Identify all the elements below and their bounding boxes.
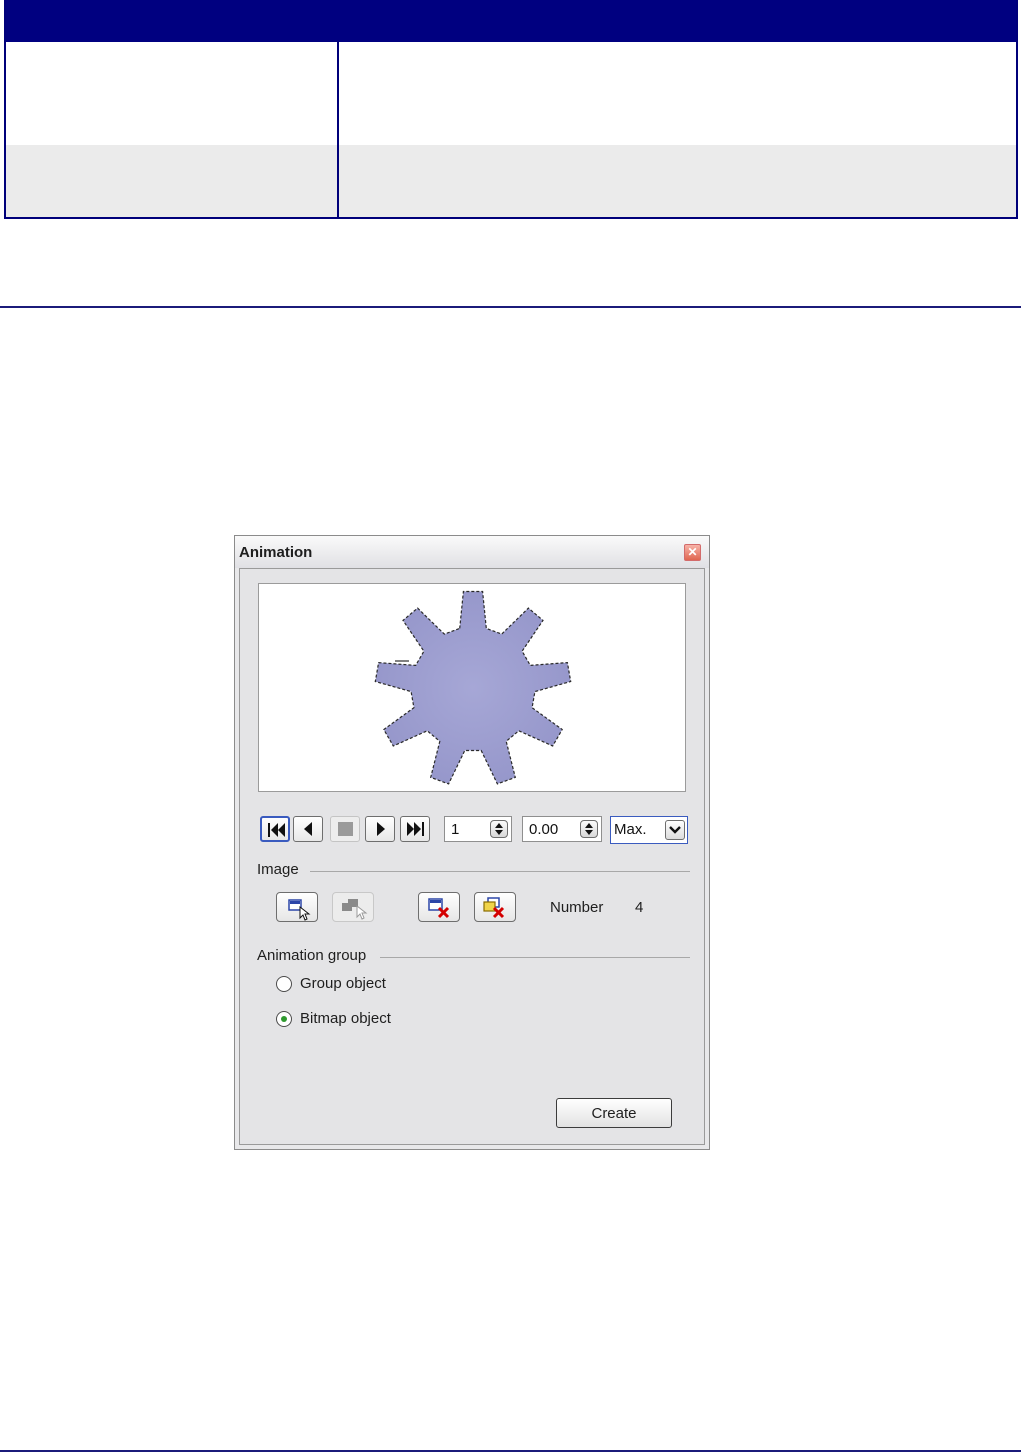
image-group-label: Image [257, 861, 305, 878]
chevron-down-icon [669, 826, 681, 834]
delete-all-images-button[interactable] [474, 892, 516, 922]
apply-objects-individually-button[interactable] [332, 892, 374, 922]
up-down-arrows-icon [495, 823, 503, 835]
apply-object-button[interactable] [276, 892, 318, 922]
apply-object-icon [288, 899, 311, 921]
table-row [6, 42, 1016, 145]
previous-frame-button[interactable] [293, 816, 323, 842]
previous-frame-icon [304, 822, 312, 836]
star-shape [374, 590, 572, 785]
play-button[interactable] [365, 816, 395, 842]
column-divider [337, 42, 339, 217]
dialog-titlebar[interactable]: Animation ✕ [235, 536, 709, 568]
stop-icon [338, 822, 353, 836]
duration-value: 0.00 [529, 821, 559, 838]
first-frame-icon [268, 823, 285, 837]
play-icon [377, 822, 385, 836]
table-row [6, 145, 1016, 217]
horizontal-rule [0, 306, 1021, 308]
number-value: 4 [635, 899, 644, 916]
close-icon: ✕ [687, 545, 698, 559]
star-shape-preview [374, 590, 572, 785]
spin-arrows[interactable] [580, 820, 598, 838]
frame-spinbox[interactable]: 1 [444, 816, 512, 842]
first-frame-button[interactable] [260, 816, 290, 842]
bitmap-object-radio[interactable] [276, 1011, 292, 1027]
animation-group-label: Animation group [257, 947, 373, 964]
loop-count-value: Max. [614, 821, 647, 838]
animation-dialog: Animation ✕ 1 0.00 Max. Image Number 4 A… [234, 535, 710, 1150]
group-object-radio[interactable] [276, 976, 292, 992]
close-button[interactable]: ✕ [684, 544, 701, 561]
stop-button[interactable] [330, 816, 360, 842]
bitmap-object-label: Bitmap object [300, 1010, 391, 1027]
apply-objects-individually-icon [342, 899, 368, 920]
create-button[interactable]: Create [556, 1098, 672, 1128]
group-object-label: Group object [300, 975, 386, 992]
dropdown-button[interactable] [665, 820, 685, 840]
number-label: Number [550, 899, 604, 916]
table-header-row [6, 0, 1016, 42]
duration-spinbox[interactable]: 0.00 [522, 816, 602, 842]
delete-current-image-button[interactable] [418, 892, 460, 922]
footer-rule [0, 1450, 1021, 1452]
loop-count-select[interactable]: Max. [610, 816, 688, 844]
spin-arrows[interactable] [490, 820, 508, 838]
document-table [4, 0, 1018, 219]
last-frame-icon [407, 822, 424, 836]
last-frame-button[interactable] [400, 816, 430, 842]
dialog-title: Animation [239, 544, 313, 561]
delete-current-image-icon [428, 898, 450, 919]
playback-controls: 1 0.00 Max. [260, 816, 700, 844]
group-separator [380, 957, 690, 958]
dialog-body: 1 0.00 Max. Image Number 4 Animation gro… [239, 568, 705, 1145]
group-separator [310, 871, 690, 872]
frame-value: 1 [451, 821, 460, 838]
animation-preview [258, 583, 686, 792]
up-down-arrows-icon [585, 823, 593, 835]
delete-all-images-icon [483, 897, 505, 919]
